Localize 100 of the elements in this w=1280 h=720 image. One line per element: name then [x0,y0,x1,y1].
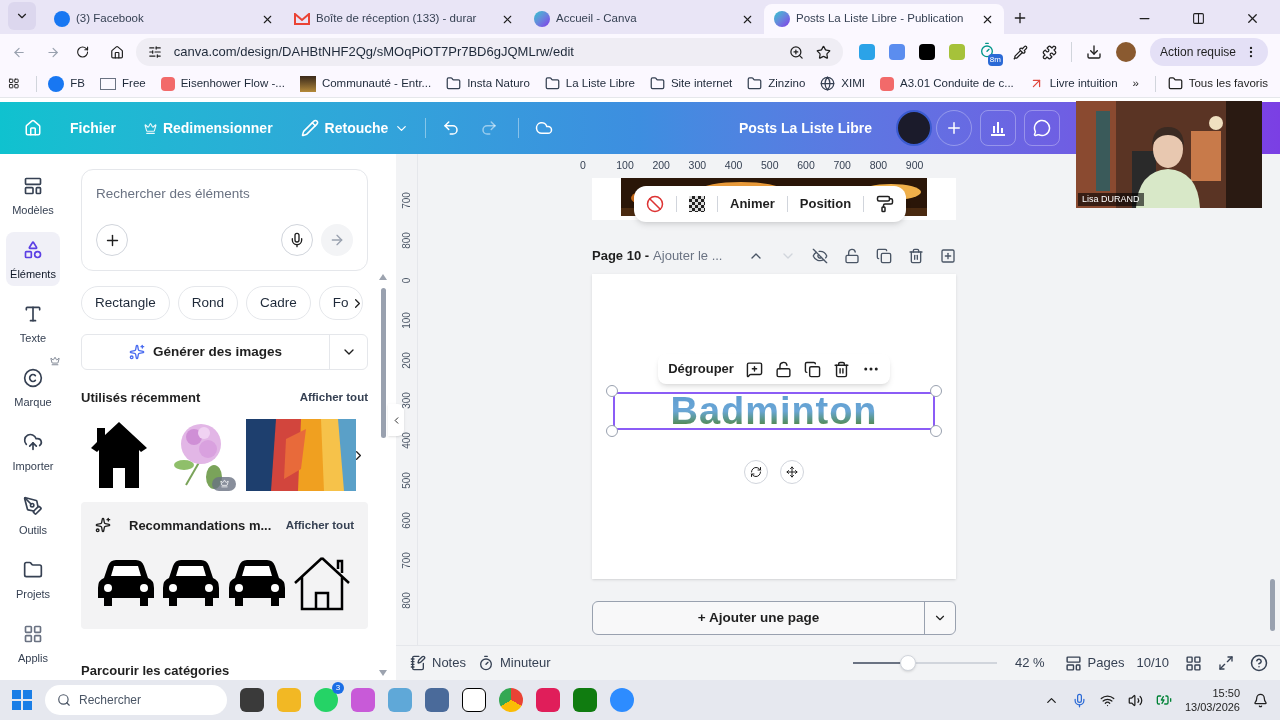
windows-logo-icon[interactable] [12,690,32,710]
paint-roller-icon[interactable] [876,195,895,213]
zoom-slider[interactable] [852,655,997,671]
slack-icon[interactable] [536,688,560,712]
bookmark-item[interactable]: Zinzino [747,74,806,93]
battery-icon[interactable] [1155,692,1172,708]
no-color-icon[interactable] [646,195,664,213]
taskbar-search[interactable]: Rechercher [45,685,227,715]
browser-tab[interactable]: Boîte de réception (133) - durar [284,4,524,34]
search-field[interactable]: Rechercher des éléments [96,184,353,205]
bookmark-item[interactable]: Insta Naturo [446,74,530,93]
fullscreen-icon[interactable] [1218,655,1234,671]
hide-icon[interactable] [812,248,828,264]
sidebar-item[interactable]: Texte [6,296,60,350]
bookmark-item[interactable]: FB [48,74,86,93]
add-page-icon[interactable] [940,248,956,264]
reload-icon[interactable] [76,45,90,59]
extension-icon[interactable] [918,44,935,60]
task-view-icon[interactable] [240,688,264,712]
sidebar-item[interactable]: Outils [6,488,60,542]
timer-icon[interactable] [978,42,995,58]
profile-avatar[interactable] [1115,42,1136,62]
bookmark-item[interactable]: Communauté - Entr... [299,74,432,93]
eyedropper-icon[interactable] [1012,44,1028,60]
extensions-icon[interactable] [1041,44,1057,60]
snipping-icon[interactable] [351,688,375,712]
toolbar-button[interactable]: Position [799,194,852,214]
comment-button[interactable] [1024,110,1060,146]
timer-button[interactable]: Minuteur [477,653,551,673]
wifi-icon[interactable] [1099,692,1115,708]
slider-thumb[interactable] [899,655,916,671]
cloud-saved-icon[interactable] [535,119,554,137]
bookmark-star-icon[interactable] [815,44,831,60]
home-icon[interactable] [109,44,124,60]
resize-handle[interactable] [606,385,618,397]
comment-add-icon[interactable] [745,360,763,378]
resize-handle[interactable] [606,425,618,437]
apps-icon[interactable] [8,76,20,91]
notes-button[interactable]: Notes [410,653,466,673]
volume-icon[interactable] [1127,692,1143,708]
zoom-app-icon[interactable] [610,688,634,712]
rotate-handle[interactable] [744,460,768,484]
bookmark-item[interactable]: Free [100,74,146,93]
site-settings-icon[interactable] [147,45,162,59]
ungroup-button[interactable]: Dégrouper [668,359,734,379]
browser-tab[interactable]: Accueil - Canva [524,4,764,34]
insights-button[interactable] [980,110,1016,146]
delete-icon[interactable] [832,360,850,378]
help-icon[interactable] [1250,654,1268,672]
lock-icon[interactable] [844,248,860,264]
browser-tab[interactable]: Posts La Liste Libre - Publication [764,4,1004,34]
bookmark-item[interactable]: Tous les favoris [1167,74,1268,93]
resize-handle[interactable] [930,425,942,437]
xbox-icon[interactable] [573,688,597,712]
collapse-panel-button[interactable] [388,404,404,436]
download-icon[interactable] [1085,44,1102,60]
design-title[interactable]: Posts La Liste Libre [738,117,872,139]
notion-icon[interactable] [462,688,486,712]
sidebar-item[interactable]: Importer [6,424,60,478]
pages-button[interactable]: Pages [1064,653,1125,673]
see-all-link[interactable]: Afficher tout [285,516,354,534]
bookmark-item[interactable]: La Liste Libre [544,74,635,93]
browser-tab[interactable]: (3) Facebook [44,4,284,34]
bookmark-item[interactable]: A3.01 Conduite de c... [879,74,1014,93]
whatsapp-icon[interactable] [314,688,338,712]
sidebar-item[interactable]: Éléments [6,232,60,286]
see-all-link[interactable]: Afficher tout [299,389,368,407]
zoom-icon[interactable] [788,44,804,60]
duplicate-icon[interactable] [876,248,892,264]
new-tab-icon[interactable] [1012,10,1028,26]
microphone-icon[interactable] [1071,692,1087,708]
generate-images-button[interactable]: Générer des images [82,335,329,369]
toolbar-button[interactable]: Animer [730,194,775,214]
delete-icon[interactable] [908,248,924,264]
undo-icon[interactable] [442,119,461,137]
grid-view-icon[interactable] [1185,654,1202,672]
scrollbar-thumb[interactable] [1270,579,1275,631]
more-bookmarks-button[interactable]: » [1132,74,1139,93]
action-button[interactable]: Action requise [1149,38,1268,66]
sidebar-item[interactable]: Modèles [6,168,60,222]
address-bar[interactable]: canva.com/design/DAHBtNHF2Qg/sMOqPiOT7Pr7BD6gJQMLrw/edit [135,38,843,66]
scrollbar-thumb[interactable] [380,288,386,438]
resize-handle[interactable] [930,385,942,397]
calculator-icon[interactable] [425,688,449,712]
sidebar-item[interactable]: Marque [6,360,60,414]
restore-icon[interactable] [1192,12,1205,25]
notifications-icon[interactable] [1253,692,1268,708]
bookmark-item[interactable]: Site internet [649,74,733,93]
bookmark-item[interactable]: XIMI [820,74,865,93]
duplicate-icon[interactable] [803,360,821,378]
transparency-icon[interactable] [689,196,705,212]
sidebar-item[interactable]: Projets [6,552,60,606]
move-handle[interactable] [780,460,804,484]
bookmark-item[interactable]: Eisenhower Flow -... [160,74,285,93]
page-title-field[interactable]: Ajouter le ... [653,246,723,266]
close-icon[interactable] [1245,11,1260,26]
bookmark-item[interactable]: Livre intuition [1028,74,1118,93]
lock-icon[interactable] [774,360,792,378]
chrome-icon[interactable] [499,688,523,712]
sidebar-item[interactable]: Applis [6,616,60,670]
